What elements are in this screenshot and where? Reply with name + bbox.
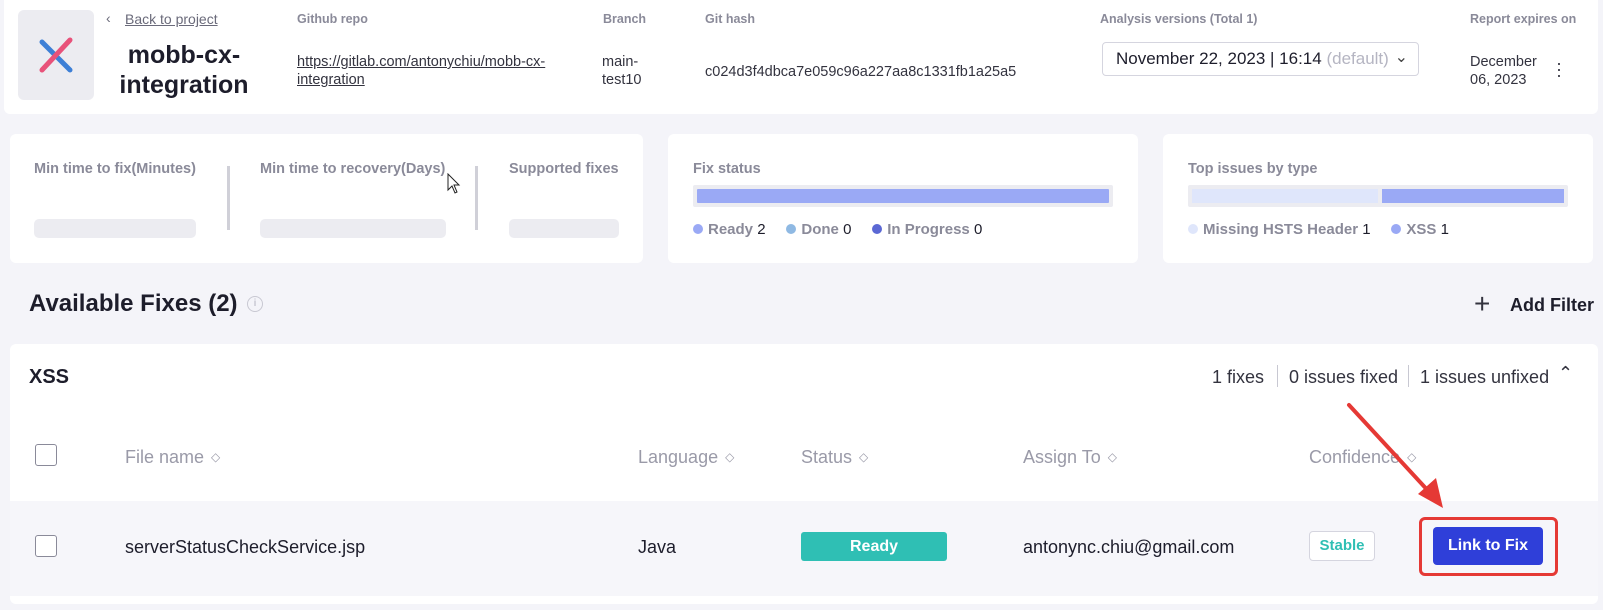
back-to-project-link[interactable]: Back to project bbox=[125, 11, 218, 27]
info-icon[interactable]: i bbox=[247, 296, 263, 312]
legend-ready: Ready 2 bbox=[693, 221, 766, 238]
sort-icon: ◇ bbox=[725, 450, 735, 464]
top-issues-bar-xss bbox=[1382, 189, 1564, 203]
project-name: mobb-cx-integration bbox=[119, 41, 249, 99]
divider bbox=[1408, 365, 1409, 387]
add-filter-button[interactable]: + Add Filter bbox=[1474, 288, 1594, 319]
supported-fixes-label: Supported fixes bbox=[509, 161, 619, 177]
available-fixes-title: Available Fixes (2) bbox=[29, 290, 238, 317]
min-time-fix-label: Min time to fix(Minutes) bbox=[34, 161, 196, 177]
divider bbox=[475, 166, 478, 230]
issues-unfixed-count: 1 issues unfixed bbox=[1420, 367, 1550, 387]
fix-status-bar bbox=[693, 185, 1113, 207]
add-filter-label: Add Filter bbox=[1510, 295, 1594, 315]
mouse-cursor-icon bbox=[447, 173, 461, 194]
min-time-recovery-placeholder bbox=[260, 219, 446, 238]
legend-xss: XSS 1 bbox=[1391, 221, 1449, 238]
sort-icon: ◇ bbox=[859, 450, 869, 464]
project-logo bbox=[18, 10, 94, 100]
legend-missing-hsts: Missing HSTS Header 1 bbox=[1188, 221, 1371, 238]
top-issues-title: Top issues by type bbox=[1188, 161, 1318, 177]
column-header-language[interactable]: Language ◇ bbox=[638, 447, 734, 468]
supported-fixes-placeholder bbox=[509, 219, 619, 238]
git-hash-value: c024d3f4dbca7e059c96a227aa8c1331fb1a25a5 bbox=[705, 64, 1017, 80]
analysis-versions-label: Analysis versions (Total 1) bbox=[1100, 12, 1258, 26]
git-hash-label: Git hash bbox=[705, 12, 756, 26]
top-issues-legend: Missing HSTS Header 1 XSS 1 bbox=[1188, 221, 1449, 238]
annotation-arrow-icon bbox=[1347, 403, 1443, 508]
fix-status-title: Fix status bbox=[693, 161, 761, 177]
sort-icon: ◇ bbox=[1107, 450, 1117, 464]
issues-fixed-count: 0 issues fixed bbox=[1289, 367, 1399, 387]
chevron-down-icon: ⌄ bbox=[1394, 49, 1408, 66]
github-repo-link[interactable]: https://gitlab.com/antonychiu/mobb-cx-in… bbox=[297, 53, 547, 89]
column-header-assign-to[interactable]: Assign To ◇ bbox=[1023, 447, 1117, 468]
chevron-left-icon: ‹ bbox=[106, 10, 111, 26]
collapse-chevron-icon[interactable]: ⌃ bbox=[1558, 363, 1573, 384]
top-issues-bar-hsts bbox=[1192, 189, 1378, 203]
github-repo-label: Github repo bbox=[297, 12, 368, 26]
divider bbox=[227, 166, 230, 230]
status-badge: Ready bbox=[801, 532, 947, 561]
language-cell: Java bbox=[638, 537, 677, 557]
highlight-box bbox=[1419, 517, 1558, 576]
divider bbox=[1277, 365, 1278, 387]
min-time-fix-placeholder bbox=[34, 219, 196, 238]
legend-in-progress: In Progress 0 bbox=[872, 221, 982, 238]
column-header-status[interactable]: Status ◇ bbox=[801, 447, 868, 468]
metrics-card bbox=[10, 134, 643, 263]
select-all-checkbox[interactable] bbox=[35, 444, 57, 466]
legend-done: Done 0 bbox=[786, 221, 851, 238]
fixes-count: 1 fixes bbox=[1212, 367, 1265, 387]
report-expires-label: Report expires on bbox=[1470, 12, 1577, 26]
top-issues-bar bbox=[1188, 185, 1568, 207]
min-time-recovery-label: Min time to recovery(Days) bbox=[260, 161, 446, 177]
assign-to-cell[interactable]: antonync.chiu@gmail.com bbox=[1023, 537, 1234, 558]
confidence-badge: Stable bbox=[1309, 531, 1375, 561]
analysis-version-select[interactable]: November 22, 2023 | 16:14 (default) ⌄ bbox=[1102, 42, 1419, 76]
row-checkbox[interactable] bbox=[35, 535, 57, 557]
report-expires-value: December 06, 2023 bbox=[1470, 54, 1537, 88]
group-name: XSS bbox=[29, 366, 70, 388]
more-options-icon[interactable]: · · · bbox=[1556, 54, 1562, 84]
sort-icon: ◇ bbox=[211, 450, 221, 464]
file-name-cell: serverStatusCheckService.jsp bbox=[125, 537, 366, 557]
fix-status-legend: Ready 2 Done 0 In Progress 0 bbox=[693, 221, 982, 238]
branch-label: Branch bbox=[603, 12, 647, 26]
plus-icon: + bbox=[1474, 288, 1491, 319]
fix-status-bar-ready bbox=[697, 189, 1109, 203]
branch-value: main-test10 bbox=[602, 54, 642, 88]
column-header-file-name[interactable]: File name ◇ bbox=[125, 447, 220, 468]
